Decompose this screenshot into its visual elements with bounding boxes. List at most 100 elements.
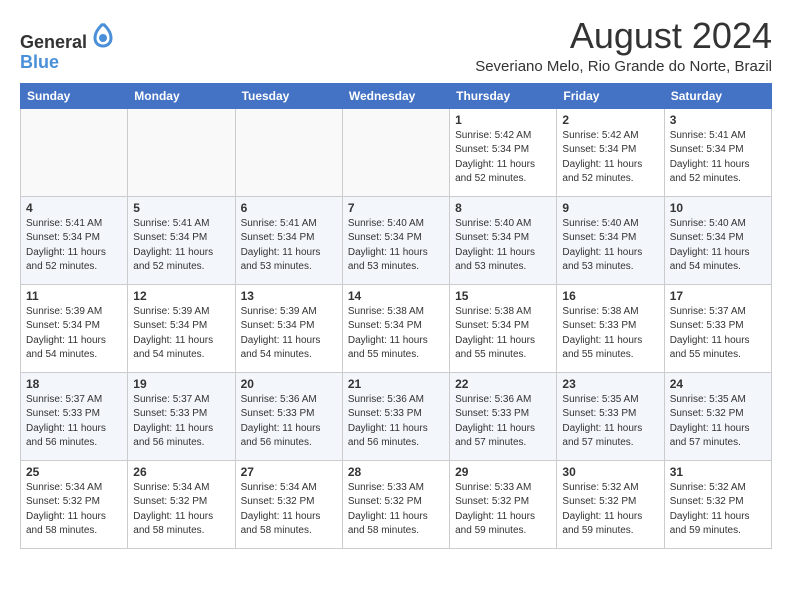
day-info: Sunrise: 5:41 AM Sunset: 5:34 PM Dayligh…	[670, 129, 766, 187]
day-number: 8	[455, 201, 551, 215]
day-number: 9	[562, 201, 658, 215]
day-number: 13	[241, 289, 337, 303]
day-info: Sunrise: 5:38 AM Sunset: 5:34 PM Dayligh…	[455, 305, 551, 363]
table-row: 14Sunrise: 5:38 AM Sunset: 5:34 PM Dayli…	[342, 284, 449, 372]
table-row: 13 Sunrise: 5:39 AM Sunset: 5:34 PM Dayli…	[235, 284, 342, 372]
day-info: Sunrise: 5:36 AM Sunset: 5:33 PM Dayligh…	[455, 393, 551, 451]
table-row	[21, 108, 128, 196]
table-row: 31Sunrise: 5:32 AM Sunset: 5:32 PM Dayli…	[664, 460, 771, 548]
table-row: 7Sunrise: 5:40 AM Sunset: 5:34 PM Daylig…	[342, 196, 449, 284]
table-row: 27 Sunrise: 5:34 AM Sunset: 5:32 PM Dayli…	[235, 460, 342, 548]
day-info: Sunrise: 5:41 AM Sunset: 5:34 PM Dayligh…	[26, 217, 122, 275]
day-number: 1	[455, 113, 551, 127]
header-saturday: Saturday	[664, 83, 771, 108]
day-number: 30	[562, 465, 658, 479]
day-info: Sunrise: 5:39 AM Sunset: 5:34 PM Dayligh…	[133, 305, 229, 363]
day-info: Sunrise: 5:37 AM Sunset: 5:33 PM Dayligh…	[26, 393, 122, 451]
day-info: Sunrise: 5:35 AM Sunset: 5:33 PM Dayligh…	[562, 393, 658, 451]
table-row: 28Sunrise: 5:33 AM Sunset: 5:32 PM Dayli…	[342, 460, 449, 548]
day-number: 19	[133, 377, 229, 391]
table-row: 18 Sunrise: 5:37 AM Sunset: 5:33 PM Dayli…	[21, 372, 128, 460]
logo-blue: Blue	[20, 52, 59, 72]
day-info: Sunrise: 5:37 AM Sunset: 5:33 PM Dayligh…	[670, 305, 766, 363]
day-number: 10	[670, 201, 766, 215]
day-number: 24	[670, 377, 766, 391]
table-row: 12 Sunrise: 5:39 AM Sunset: 5:34 PM Dayli…	[128, 284, 235, 372]
day-number: 18	[26, 377, 122, 391]
table-row: 30 Sunrise: 5:32 AM Sunset: 5:32 PM Dayli…	[557, 460, 664, 548]
table-row	[342, 108, 449, 196]
day-number: 12	[133, 289, 229, 303]
table-row	[235, 108, 342, 196]
day-info: Sunrise: 5:42 AM Sunset: 5:34 PM Dayligh…	[562, 129, 658, 187]
calendar-week-row: 18 Sunrise: 5:37 AM Sunset: 5:33 PM Dayli…	[21, 372, 772, 460]
calendar-week-row: 4Sunrise: 5:41 AM Sunset: 5:34 PM Daylig…	[21, 196, 772, 284]
day-number: 21	[348, 377, 444, 391]
day-number: 11	[26, 289, 122, 303]
month-title: August 2024	[475, 16, 772, 56]
day-info: Sunrise: 5:35 AM Sunset: 5:32 PM Dayligh…	[670, 393, 766, 451]
day-number: 25	[26, 465, 122, 479]
calendar-header-row: Sunday Monday Tuesday Wednesday Thursday…	[21, 83, 772, 108]
table-row: 10 Sunrise: 5:40 AM Sunset: 5:34 PM Dayli…	[664, 196, 771, 284]
day-info: Sunrise: 5:32 AM Sunset: 5:32 PM Dayligh…	[670, 481, 766, 539]
table-row: 24 Sunrise: 5:35 AM Sunset: 5:32 PM Dayli…	[664, 372, 771, 460]
table-row: 8 Sunrise: 5:40 AM Sunset: 5:34 PM Daylig…	[450, 196, 557, 284]
day-info: Sunrise: 5:34 AM Sunset: 5:32 PM Dayligh…	[133, 481, 229, 539]
table-row: 29 Sunrise: 5:33 AM Sunset: 5:32 PM Dayli…	[450, 460, 557, 548]
header-friday: Friday	[557, 83, 664, 108]
table-row: 22 Sunrise: 5:36 AM Sunset: 5:33 PM Dayli…	[450, 372, 557, 460]
day-number: 15	[455, 289, 551, 303]
table-row: 17 Sunrise: 5:37 AM Sunset: 5:33 PM Dayli…	[664, 284, 771, 372]
table-row: 6Sunrise: 5:41 AM Sunset: 5:34 PM Daylig…	[235, 196, 342, 284]
table-row: 3 Sunrise: 5:41 AM Sunset: 5:34 PM Daylig…	[664, 108, 771, 196]
day-info: Sunrise: 5:42 AM Sunset: 5:34 PM Dayligh…	[455, 129, 551, 187]
header-monday: Monday	[128, 83, 235, 108]
day-info: Sunrise: 5:34 AM Sunset: 5:32 PM Dayligh…	[241, 481, 337, 539]
day-number: 29	[455, 465, 551, 479]
table-row: 16 Sunrise: 5:38 AM Sunset: 5:33 PM Dayli…	[557, 284, 664, 372]
table-row: 26 Sunrise: 5:34 AM Sunset: 5:32 PM Dayli…	[128, 460, 235, 548]
day-info: Sunrise: 5:39 AM Sunset: 5:34 PM Dayligh…	[26, 305, 122, 363]
day-info: Sunrise: 5:40 AM Sunset: 5:34 PM Dayligh…	[455, 217, 551, 275]
header-tuesday: Tuesday	[235, 83, 342, 108]
day-number: 22	[455, 377, 551, 391]
day-number: 26	[133, 465, 229, 479]
table-row: 23 Sunrise: 5:35 AM Sunset: 5:33 PM Dayli…	[557, 372, 664, 460]
table-row: 11 Sunrise: 5:39 AM Sunset: 5:34 PM Dayli…	[21, 284, 128, 372]
day-info: Sunrise: 5:33 AM Sunset: 5:32 PM Dayligh…	[455, 481, 551, 539]
calendar-week-row: 1 Sunrise: 5:42 AM Sunset: 5:34 PM Daylig…	[21, 108, 772, 196]
day-number: 2	[562, 113, 658, 127]
table-row: 15 Sunrise: 5:38 AM Sunset: 5:34 PM Dayli…	[450, 284, 557, 372]
calendar-week-row: 11 Sunrise: 5:39 AM Sunset: 5:34 PM Dayli…	[21, 284, 772, 372]
table-row: 20 Sunrise: 5:36 AM Sunset: 5:33 PM Dayli…	[235, 372, 342, 460]
day-info: Sunrise: 5:33 AM Sunset: 5:32 PM Dayligh…	[348, 481, 444, 539]
day-info: Sunrise: 5:38 AM Sunset: 5:33 PM Dayligh…	[562, 305, 658, 363]
table-row: 2 Sunrise: 5:42 AM Sunset: 5:34 PM Daylig…	[557, 108, 664, 196]
day-number: 7	[348, 201, 444, 215]
day-number: 23	[562, 377, 658, 391]
table-row: 4Sunrise: 5:41 AM Sunset: 5:34 PM Daylig…	[21, 196, 128, 284]
day-number: 3	[670, 113, 766, 127]
table-row: 25 Sunrise: 5:34 AM Sunset: 5:32 PM Dayli…	[21, 460, 128, 548]
header-thursday: Thursday	[450, 83, 557, 108]
title-block: August 2024 Severiano Melo, Rio Grande d…	[475, 16, 772, 75]
day-number: 17	[670, 289, 766, 303]
page-header: General Blue August 2024 Severiano Melo,…	[20, 16, 772, 75]
calendar-week-row: 25 Sunrise: 5:34 AM Sunset: 5:32 PM Dayli…	[21, 460, 772, 548]
table-row	[128, 108, 235, 196]
day-number: 16	[562, 289, 658, 303]
day-info: Sunrise: 5:38 AM Sunset: 5:34 PM Dayligh…	[348, 305, 444, 363]
header-sunday: Sunday	[21, 83, 128, 108]
day-info: Sunrise: 5:34 AM Sunset: 5:32 PM Dayligh…	[26, 481, 122, 539]
location-subtitle: Severiano Melo, Rio Grande do Norte, Bra…	[475, 58, 772, 75]
day-info: Sunrise: 5:36 AM Sunset: 5:33 PM Dayligh…	[241, 393, 337, 451]
day-info: Sunrise: 5:32 AM Sunset: 5:32 PM Dayligh…	[562, 481, 658, 539]
day-number: 27	[241, 465, 337, 479]
table-row: 5Sunrise: 5:41 AM Sunset: 5:34 PM Daylig…	[128, 196, 235, 284]
day-info: Sunrise: 5:41 AM Sunset: 5:34 PM Dayligh…	[241, 217, 337, 275]
day-info: Sunrise: 5:39 AM Sunset: 5:34 PM Dayligh…	[241, 305, 337, 363]
logo-general: General	[20, 32, 87, 52]
day-info: Sunrise: 5:40 AM Sunset: 5:34 PM Dayligh…	[670, 217, 766, 275]
day-number: 20	[241, 377, 337, 391]
